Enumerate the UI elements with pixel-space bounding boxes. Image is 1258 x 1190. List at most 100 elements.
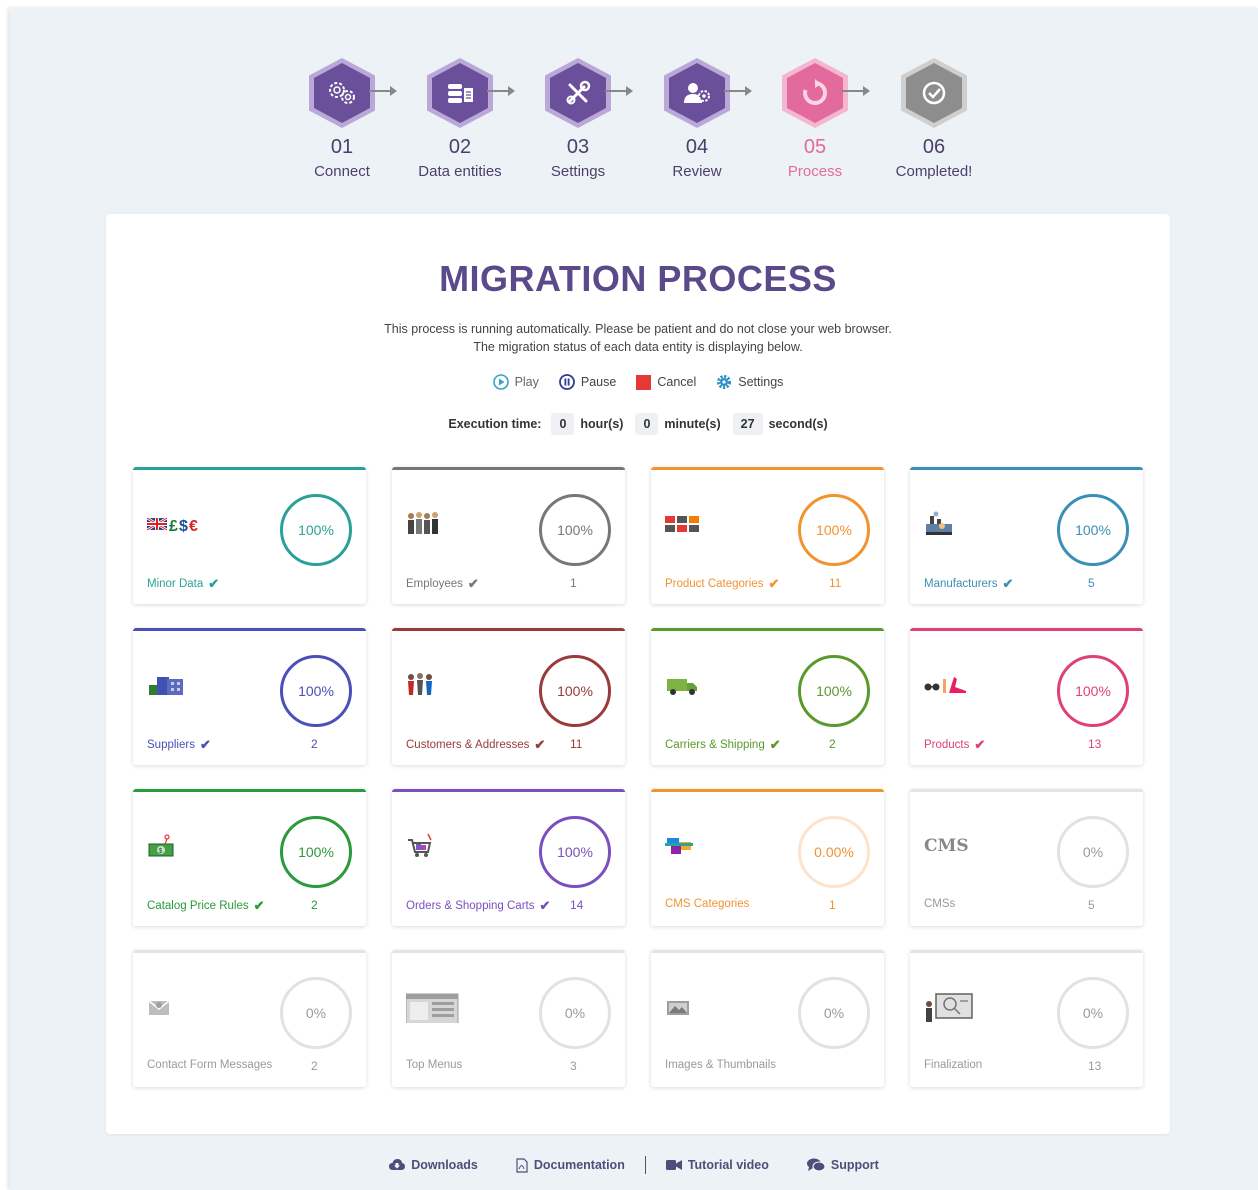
downloads-label: Downloads [411,1158,478,1172]
progress-ring: 100% [280,494,352,566]
entity-count: 2 [311,737,318,751]
support-label: Support [830,1158,879,1172]
pause-button[interactable]: Pause [558,374,616,390]
entity-label: Product Categories [665,578,764,590]
step-connect[interactable]: 01 Connect [282,58,402,180]
support-link[interactable]: Support [806,1156,879,1174]
documentation-link[interactable]: Documentation [516,1156,625,1174]
step-label: Connect [314,163,370,180]
entity-label: Catalog Price Rules [147,900,249,912]
check-icon: ✔ [768,576,780,591]
entity-count: 1 [829,898,836,912]
entity-label: Manufacturers [924,578,998,590]
entity-label: Suppliers [147,739,195,751]
money-icon: $ [148,834,174,857]
progress-percent: 100% [1075,522,1111,538]
page-title: MIGRATION PROCESS [439,258,837,299]
entity-label: Carriers & Shipping [665,739,765,751]
user-gear-icon [684,83,710,103]
svg-text:€: € [189,518,198,535]
progress-percent: 100% [298,683,334,699]
products-icon [924,677,966,693]
entity-name: Catalog Price Rules ✔ [147,898,265,914]
downloads-link[interactable]: Downloads [389,1156,478,1174]
entity-name: Top Menus [406,1059,462,1071]
entity-count: 2 [829,737,836,751]
entity-name: Orders & Shopping Carts ✔ [406,898,550,914]
step-label: Settings [550,163,606,180]
entity-count: 2 [311,1059,318,1073]
check-icon: ✔ [1002,576,1014,591]
cms-icon: CMS [924,836,984,864]
progress-percent: 0% [1082,844,1104,860]
employees-icon [408,512,438,534]
progress-percent: 0% [305,1005,327,1021]
entity-card-manufacturers: 100% Manufacturers ✔ 5 [910,467,1143,604]
hours-value: 0 [551,413,575,435]
cloud-download-icon [389,1159,406,1170]
entity-count: 14 [570,898,584,912]
step-data-entities[interactable]: 02 Data entities [400,58,520,180]
images-icon [667,1001,689,1015]
documentation-label: Documentation [533,1158,625,1172]
tutorial-video-link[interactable]: Tutorial video [665,1156,769,1174]
progress-percent: 0.00% [814,844,854,860]
entity-card-products: 100% Products ✔ 13 [910,628,1143,765]
play-button[interactable]: Play [492,374,539,390]
factory-icon [926,511,952,535]
progress-ring: 100% [1057,655,1129,727]
settings-label: Settings [738,375,784,389]
footer-links: Downloads Documentation Tutorial video S… [10,1156,1258,1174]
entity-card-cms-categories: 0.00% CMS Categories 1 [651,789,884,926]
play-label: Play [514,375,539,389]
entity-name: Images & Thumbnails [665,1059,776,1071]
entity-label: Products [924,739,970,751]
step-process[interactable]: 05 Process [755,58,875,180]
cms-icon-text: CMS [924,836,969,856]
migration-panel: MIGRATION PROCESS This process is runnin… [106,214,1170,1134]
progress-ring: 100% [539,816,611,888]
step-review[interactable]: 04 Review [637,58,757,180]
progress-percent: 100% [298,522,334,538]
progress-percent: 100% [298,844,334,860]
entity-label: Customers & Addresses [406,739,530,751]
settings-button[interactable]: Settings [716,374,783,390]
entity-label: Top Menus [406,1059,463,1071]
minutes-unit: minute(s) [664,417,721,431]
step-completed[interactable]: 06 Completed! [874,58,994,180]
seconds-value: 27 [732,413,763,435]
entity-name: CMS Categories [665,898,749,910]
entity-label: Minor Data [147,578,204,590]
progress-ring: 0% [539,977,611,1049]
chat-bubbles-icon [806,1158,825,1172]
step-settings[interactable]: 03 Settings [518,58,638,180]
entity-label: CMSs [924,898,956,910]
database-icon [448,84,473,103]
entity-count: 13 [1088,1059,1102,1073]
step-number: 01 [330,136,354,158]
truck-icon [667,679,697,695]
cancel-button[interactable]: Cancel [636,374,696,390]
play-icon [492,374,509,390]
entity-name: Contact Form Messages [147,1059,272,1071]
progress-ring: 0.00% [798,816,870,888]
gear-icon [717,375,732,389]
categories-icon [665,516,699,532]
check-icon: ✔ [253,898,265,913]
progress-ring: 100% [798,494,870,566]
footer-divider [644,1156,646,1174]
check-icon: ✔ [974,737,986,752]
entity-name: Employees ✔ [406,576,479,592]
progress-percent: 100% [557,844,593,860]
entity-card-carriers-shipping: 100% Carriers & Shipping ✔ 2 [651,628,884,765]
hours-unit: hour(s) [580,417,624,431]
entity-name: Product Categories ✔ [665,576,779,592]
progress-ring: 0% [280,977,352,1049]
description-line-2: The migration status of each data entity… [473,340,803,354]
pause-icon [558,374,575,390]
progress-percent: 100% [557,522,593,538]
svg-text:$: $ [179,518,188,535]
step-number: 06 [922,136,946,158]
check-icon: ✔ [539,898,551,913]
entity-name: Manufacturers ✔ [924,576,1013,592]
